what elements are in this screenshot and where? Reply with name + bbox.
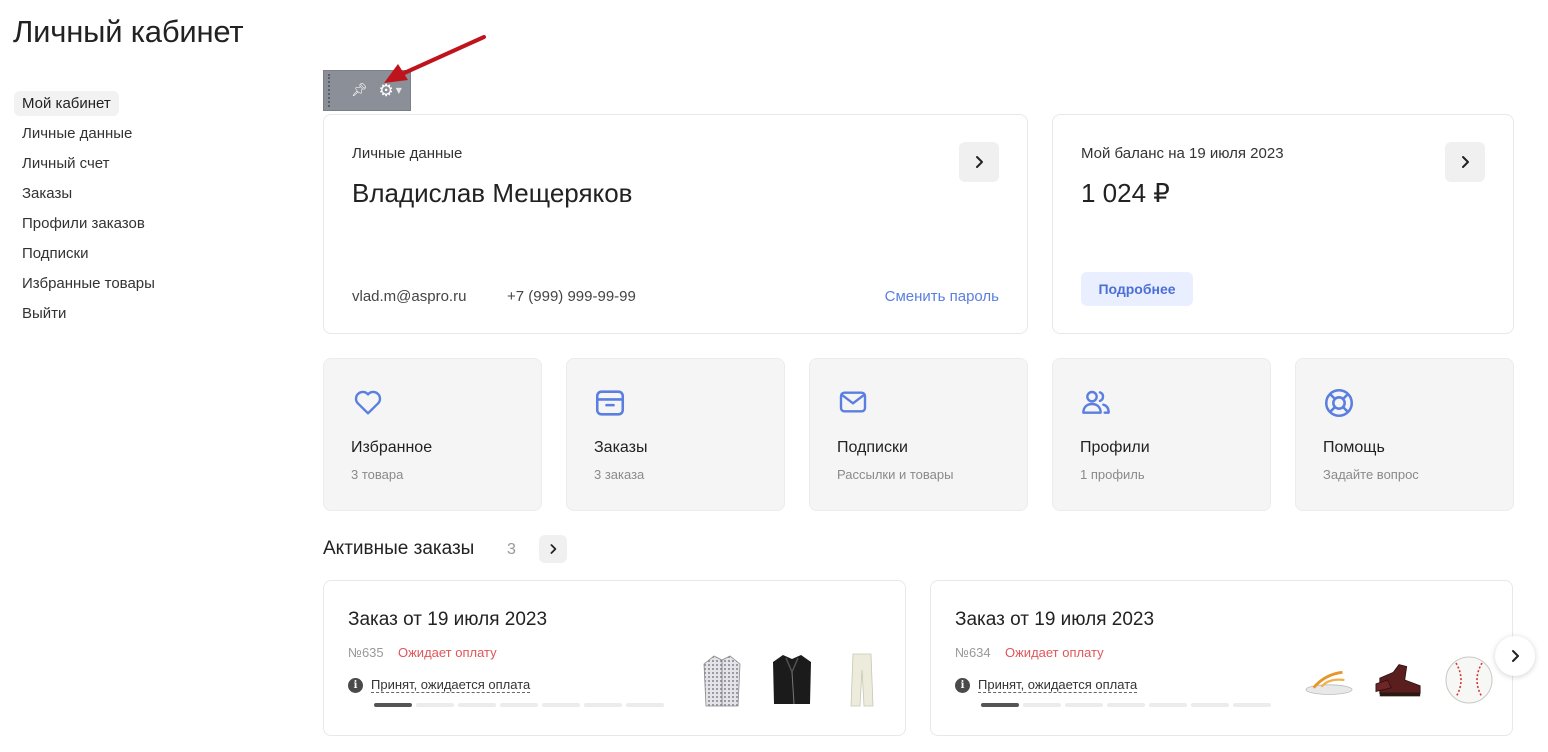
order-info: i Принят, ожидается оплата [955, 678, 1138, 693]
progress-step [1065, 703, 1103, 707]
sidebar-item-orders[interactable]: Заказы [14, 181, 80, 206]
order-title: Заказ от 19 июля 2023 [348, 609, 548, 630]
tile-subtitle: 3 заказа [594, 467, 645, 482]
tile-subtitle: 3 товара [351, 467, 404, 482]
sidebar-item-order-profiles[interactable]: Профили заказов [14, 211, 153, 236]
tile-help[interactable]: Помощь Задайте вопрос [1295, 358, 1514, 511]
grip-icon[interactable] [328, 74, 333, 107]
progress-step [1107, 703, 1145, 707]
tile-title: Помощь [1323, 439, 1385, 456]
tile-profiles[interactable]: Профили 1 профиль [1052, 358, 1271, 511]
product-thumb-shirt[interactable] [697, 651, 747, 709]
order-info: i Принят, ожидается оплата [348, 678, 531, 693]
user-email: vlad.m@aspro.ru [352, 288, 467, 305]
product-thumb-boots[interactable] [1374, 651, 1424, 709]
annotation-arrow-icon [384, 35, 486, 83]
tile-orders[interactable]: Заказы 3 заказа [566, 358, 785, 511]
order-status: Ожидает оплату [398, 645, 497, 660]
mail-icon [839, 391, 867, 413]
balance-open-button[interactable] [1445, 142, 1485, 182]
chevron-right-icon [1512, 650, 1519, 662]
progress-step [1023, 703, 1061, 707]
tile-title: Избранное [351, 439, 433, 456]
product-thumb-flip-flops[interactable] [1304, 651, 1354, 709]
page-title: Личный кабинет [13, 14, 244, 49]
order-number: №634 [955, 645, 991, 660]
info-icon: i [348, 678, 363, 693]
chevron-right-icon [976, 156, 983, 168]
jacket-image [773, 655, 811, 705]
users-icon [1082, 390, 1110, 414]
progress-step [626, 703, 664, 707]
progress-step [500, 703, 538, 707]
product-thumb-trousers[interactable] [837, 651, 887, 709]
balance-card: Мой баланс на 19 июля 2023 1 024 ₽ Подро… [1052, 114, 1514, 334]
change-password-link[interactable]: Сменить пароль [885, 288, 999, 305]
box-icon [595, 390, 625, 416]
sidebar-item-personal-data[interactable]: Личные данные [14, 121, 140, 146]
tile-subtitle: Рассылки и товары [837, 467, 954, 482]
order-items [697, 651, 887, 709]
active-orders-open-button[interactable] [539, 535, 567, 563]
user-full-name: Владислав Мещеряков [352, 178, 633, 208]
order-progress [981, 703, 1271, 707]
order-info-text[interactable]: Принят, ожидается оплата [978, 678, 1138, 693]
tile-title: Подписки [837, 439, 908, 456]
personal-data-open-button[interactable] [959, 142, 999, 182]
trousers-image [850, 653, 874, 707]
sidebar-item-favorites[interactable]: Избранные товары [14, 271, 163, 296]
progress-step [458, 703, 496, 707]
active-orders-title: Активные заказы [323, 538, 475, 559]
tile-favorites[interactable]: Избранное 3 товара [323, 358, 542, 511]
order-items [1304, 651, 1494, 709]
progress-step [416, 703, 454, 707]
progress-step [542, 703, 580, 707]
user-phone: +7 (999) 999-99-99 [507, 288, 636, 305]
balance-label: Мой баланс на 19 июля 2023 [1081, 145, 1284, 162]
personal-data-label: Личные данные [352, 145, 463, 162]
shirt-image [703, 655, 741, 707]
order-info-text[interactable]: Принят, ожидается оплата [371, 678, 531, 693]
progress-step [981, 703, 1019, 707]
chevron-right-icon [1462, 156, 1469, 168]
order-progress [374, 703, 664, 707]
baseball-image [1445, 656, 1493, 704]
progress-step [1149, 703, 1187, 707]
lifebuoy-icon [1324, 388, 1354, 418]
sidebar-item-personal-account[interactable]: Личный счет [14, 151, 118, 176]
product-thumb-jacket[interactable] [767, 651, 817, 709]
tile-title: Профили [1080, 439, 1150, 456]
sidebar-item-logout[interactable]: Выйти [14, 301, 74, 326]
tile-subtitle: 1 профиль [1080, 467, 1145, 482]
sidebar: Мой кабинет Личные данные Личный счет За… [14, 91, 254, 331]
order-number: №635 [348, 645, 384, 660]
balance-more-button[interactable]: Подробнее [1081, 272, 1193, 306]
heart-icon [354, 390, 382, 415]
boots-image [1375, 664, 1421, 697]
product-thumb-baseball[interactable] [1444, 651, 1494, 709]
progress-step [1233, 703, 1271, 707]
chevron-right-icon [550, 544, 557, 554]
balance-amount: 1 024 ₽ [1081, 178, 1170, 208]
sidebar-item-my-cabinet[interactable]: Мой кабинет [14, 91, 119, 116]
pin-icon[interactable]: 📌︎ [351, 83, 368, 98]
flip-flops-image [1305, 670, 1353, 695]
progress-step [584, 703, 622, 707]
progress-step [374, 703, 412, 707]
sidebar-item-subscriptions[interactable]: Подписки [14, 241, 97, 266]
personal-data-card: Личные данные Владислав Мещеряков vlad.m… [323, 114, 1028, 334]
progress-step [1191, 703, 1229, 707]
orders-carousel-next-button[interactable] [1495, 636, 1535, 676]
active-orders-count: 3 [507, 541, 516, 558]
tile-subtitle: Задайте вопрос [1323, 467, 1419, 482]
tile-title: Заказы [594, 439, 648, 456]
order-status: Ожидает оплату [1005, 645, 1104, 660]
order-card[interactable]: Заказ от 19 июля 2023 №634 Ожидает оплат… [930, 580, 1513, 736]
tile-subscriptions[interactable]: Подписки Рассылки и товары [809, 358, 1028, 511]
info-icon: i [955, 678, 970, 693]
order-title: Заказ от 19 июля 2023 [955, 609, 1155, 630]
order-card[interactable]: Заказ от 19 июля 2023 №635 Ожидает оплат… [323, 580, 906, 736]
